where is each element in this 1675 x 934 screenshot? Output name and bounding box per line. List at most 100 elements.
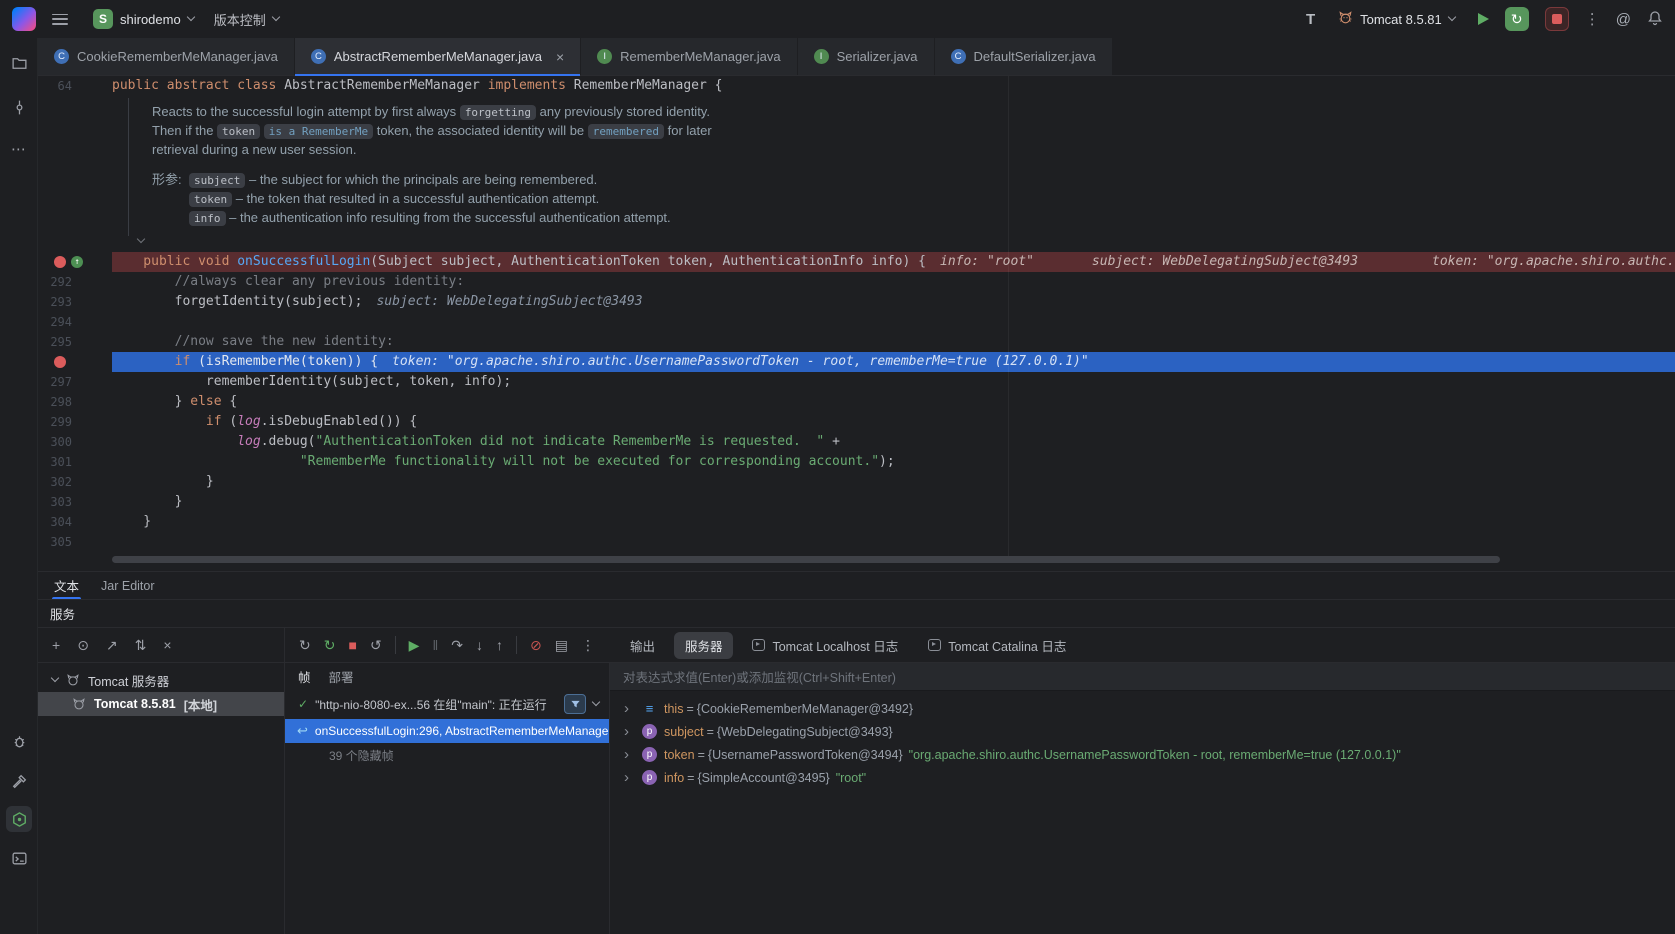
step-over-icon[interactable]: ↷ <box>451 638 463 652</box>
hidden-frames-label[interactable]: 39 个隐藏帧 <box>285 743 609 767</box>
stack-frame-selected[interactable]: ↩ onSuccessfulLogin:296, AbstractRemembe… <box>285 719 609 743</box>
rerun-debug-icon[interactable]: ↻ <box>324 638 336 652</box>
expand-chevron-icon[interactable]: › <box>624 724 639 739</box>
editor-tab[interactable]: CCookieRememberMeManager.java <box>38 38 295 75</box>
gutter[interactable]: 299 <box>38 412 112 432</box>
more-tools-icon[interactable]: ⋯ <box>6 136 32 162</box>
editor-horizontal-scrollbar[interactable] <box>112 556 1500 563</box>
view-tab[interactable]: 服务器 <box>674 632 734 659</box>
gutter[interactable]: ↑ <box>38 252 112 272</box>
tree-node-tomcat-server-selected[interactable]: Tomcat 8.5.81 [本地] <box>38 692 284 716</box>
doc-code-chip: subject <box>189 173 245 188</box>
tab-jar-editor[interactable]: Jar Editor <box>101 572 155 599</box>
method-breakpoint-icon[interactable] <box>54 256 66 268</box>
project-tool-icon[interactable] <box>6 50 32 76</box>
vcs-widget[interactable]: 版本控制 <box>207 6 286 33</box>
chevron-down-icon <box>271 13 279 21</box>
inline-debug-hint: subject: WebDelegatingSubject@3493 <box>1092 254 1358 269</box>
gutter[interactable]: 300 <box>38 432 112 452</box>
editor-tab[interactable]: CAbstractRememberMeManager.java× <box>295 38 581 75</box>
gutter[interactable]: 301 <box>38 452 112 472</box>
commit-tool-icon[interactable] <box>6 94 32 120</box>
evaluate-expression-icon[interactable]: ▤ <box>555 638 568 652</box>
debug-tool-icon[interactable] <box>6 728 32 754</box>
tab-frames[interactable]: 帧 <box>298 667 311 686</box>
variables-panel: 对表达式求值(Enter)或添加监视(Ctrl+Shift+Enter) ›≡t… <box>610 663 1675 934</box>
evaluate-expression-input[interactable]: 对表达式求值(Enter)或添加监视(Ctrl+Shift+Enter) <box>610 663 1675 691</box>
tab-text[interactable]: 文本 <box>54 572 79 599</box>
implements-marker-icon[interactable]: ↑ <box>71 256 83 268</box>
gutter[interactable]: 293 <box>38 292 112 312</box>
code-text: if (log.isDebugEnabled()) { <box>112 412 1675 432</box>
tab-deployment[interactable]: 部署 <box>329 667 354 686</box>
view-tab[interactable]: Tomcat Localhost 日志 <box>741 632 909 659</box>
tree-node-tomcat-servers[interactable]: Tomcat 服务器 <box>38 668 284 692</box>
view-tab[interactable]: 输出 <box>619 632 666 659</box>
expand-chevron-icon[interactable]: › <box>624 701 639 716</box>
services-tool-icon[interactable] <box>6 806 32 832</box>
main-menu-icon[interactable] <box>52 14 68 25</box>
expand-chevron-icon[interactable]: › <box>624 747 639 762</box>
more-options-icon[interactable]: ⋮ <box>581 638 595 652</box>
interface-icon: I <box>814 49 829 64</box>
more-actions-icon[interactable]: ⋮ <box>1585 10 1600 28</box>
step-into-icon[interactable]: ↓ <box>476 638 483 652</box>
run-button[interactable] <box>1478 13 1489 25</box>
view-tab[interactable]: Tomcat Catalina 日志 <box>917 632 1077 659</box>
gutter[interactable]: 303 <box>38 492 112 512</box>
mute-breakpoints-icon[interactable]: ⊘ <box>530 638 542 652</box>
line-breakpoint-icon[interactable] <box>54 356 66 368</box>
expand-collapse-icon[interactable]: ⇅ <box>135 638 147 652</box>
gutter[interactable]: 64 <box>38 76 112 96</box>
gutter[interactable]: 295 <box>38 332 112 352</box>
frames-tabs: 帧 部署 <box>285 663 609 689</box>
editor: 64public abstract class AbstractRemember… <box>38 76 1675 571</box>
rerun-debug-button[interactable]: ↻ <box>1505 7 1529 31</box>
code-line: 292 //always clear any previous identity… <box>38 272 1675 292</box>
gutter[interactable]: 305 <box>38 532 112 552</box>
editor-tab[interactable]: ISerializer.java <box>798 38 935 75</box>
project-widget[interactable]: S shirodemo <box>86 5 201 33</box>
editor-tab[interactable]: CDefaultSerializer.java <box>935 38 1113 75</box>
pause-icon[interactable]: ‖ <box>432 638 438 652</box>
variable-row[interactable]: ›ptoken={UsernamePasswordToken@3494}"org… <box>610 743 1675 766</box>
gutter[interactable]: 302 <box>38 472 112 492</box>
notifications-icon[interactable] <box>1647 10 1663 29</box>
funnel-icon <box>570 699 581 710</box>
terminal-tool-icon[interactable] <box>6 845 32 871</box>
close-tab-icon[interactable]: × <box>556 50 564 64</box>
expand-chevron-icon[interactable]: › <box>624 770 639 785</box>
stop-icon[interactable]: ■ <box>348 638 356 652</box>
step-out-icon[interactable]: ↑ <box>496 638 503 652</box>
rendered-doc-comment: Reacts to the successful login attempt b… <box>152 96 1675 252</box>
variable-row[interactable]: ›psubject={WebDelegatingSubject@3493} <box>610 720 1675 743</box>
build-tool-icon[interactable] <box>6 768 32 794</box>
hide-panel-icon[interactable]: × <box>163 638 171 652</box>
add-service-icon[interactable]: + <box>52 638 60 652</box>
update-application-icon[interactable]: ↺ <box>370 638 382 652</box>
run-configuration-selector[interactable]: Tomcat 8.5.81 <box>1331 6 1462 32</box>
variable-row[interactable]: ›≡this={CookieRememberMeManager@3492} <box>610 697 1675 720</box>
stop-button[interactable] <box>1545 7 1569 31</box>
gutter[interactable]: 292 <box>38 272 112 292</box>
open-in-new-tab-icon[interactable]: ↗ <box>106 638 118 652</box>
editor-tab[interactable]: IRememberMeManager.java <box>581 38 797 75</box>
gutter[interactable] <box>38 352 112 372</box>
rerun-icon[interactable]: ↻ <box>299 638 311 652</box>
expanded-chevron-icon <box>51 674 59 682</box>
thread-selector[interactable]: ✓ "http-nio-8080-ex...56 在组"main": 正在运行 <box>285 689 609 719</box>
project-badge: S <box>93 9 113 29</box>
show-options-icon[interactable]: ⊙ <box>77 638 89 652</box>
tree-node-suffix: [本地] <box>184 695 217 714</box>
gutter[interactable]: 297 <box>38 372 112 392</box>
gutter[interactable]: 304 <box>38 512 112 532</box>
variable-row[interactable]: ›pinfo={SimpleAccount@3495}"root" <box>610 766 1675 789</box>
gutter[interactable]: 294 <box>38 312 112 332</box>
toggle-rendered-docs-icon[interactable] <box>138 232 1675 250</box>
code-line: ↑ public void onSuccessfulLogin(Subject … <box>38 252 1675 272</box>
gutter[interactable]: 298 <box>38 392 112 412</box>
plugin-icon[interactable]: T <box>1306 11 1315 28</box>
hide-frames-filter-button[interactable] <box>564 694 586 714</box>
resume-icon[interactable]: ▶ <box>409 638 420 652</box>
mention-icon[interactable]: @ <box>1616 11 1631 28</box>
